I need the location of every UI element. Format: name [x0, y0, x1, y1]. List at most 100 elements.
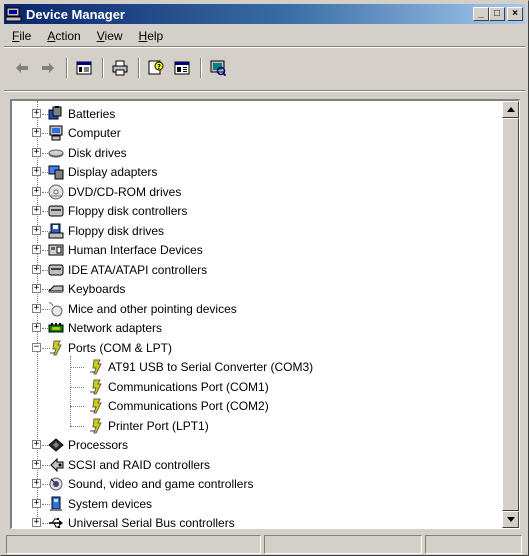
tree-category-label: Sound, video and game controllers: [68, 477, 254, 491]
tree-category[interactable]: SCSI and RAID controllers: [48, 455, 210, 474]
expand-toggle[interactable]: +: [32, 479, 41, 488]
expand-toggle[interactable]: +: [32, 499, 41, 508]
tree-connector: [70, 426, 84, 427]
collapse-toggle[interactable]: −: [32, 343, 41, 352]
disk-drive-icon: [48, 149, 64, 157]
tree-device[interactable]: Communications Port (COM2): [88, 397, 269, 416]
menu-action[interactable]: Action: [39, 29, 88, 43]
tree-category[interactable]: Display adapters: [48, 163, 157, 182]
expand-toggle[interactable]: +: [32, 265, 41, 274]
expand-toggle[interactable]: +: [32, 460, 41, 469]
scroll-up-button[interactable]: [502, 101, 519, 118]
expand-toggle[interactable]: +: [32, 304, 41, 313]
menu-help[interactable]: Help: [131, 29, 172, 43]
tree-category[interactable]: Floppy disk controllers: [48, 202, 187, 221]
expand-toggle[interactable]: +: [32, 148, 41, 157]
expand-toggle[interactable]: +: [32, 440, 41, 449]
scroll-down-button[interactable]: [502, 511, 519, 528]
tree-category-label: SCSI and RAID controllers: [68, 457, 211, 472]
scsi-icon: [50, 457, 64, 472]
properties-view-button[interactable]: [72, 57, 96, 79]
tree-category[interactable]: Universal Serial Bus controllers: [48, 514, 235, 529]
tree-category[interactable]: Network adapters: [48, 319, 162, 338]
tree-connector: [70, 406, 84, 407]
expand-toggle[interactable]: +: [32, 109, 41, 118]
port-icon: [90, 418, 102, 433]
close-button[interactable]: ×: [507, 7, 523, 21]
tree-category-label: Keyboards: [68, 282, 126, 296]
tree-device[interactable]: Communications Port (COM1): [88, 377, 269, 396]
tree-category-label: Universal Serial Bus controllers: [68, 516, 235, 529]
help-button[interactable]: ?: [144, 57, 168, 79]
tree-category[interactable]: Mice and other pointing devices: [48, 299, 237, 318]
tree-category[interactable]: Computer: [48, 124, 121, 143]
help-icon: ?: [148, 60, 164, 75]
forward-arrow-icon: [42, 63, 54, 73]
port-icon: [90, 379, 102, 394]
show-hide-console-tree-button[interactable]: [170, 57, 194, 79]
sound-icon: [49, 477, 63, 491]
cdrom-icon: [48, 184, 64, 199]
minimize-button[interactable]: _: [473, 7, 489, 21]
tree-device-label: AT91 USB to Serial Converter (COM3): [108, 360, 314, 374]
tree-category-label: Network adapters: [68, 321, 163, 335]
expand-toggle[interactable]: +: [32, 284, 41, 293]
title-bar[interactable]: Device Manager _ □ ×: [4, 4, 525, 24]
expand-toggle[interactable]: +: [32, 323, 41, 332]
expand-toggle[interactable]: +: [32, 128, 41, 137]
window-title: Device Manager: [26, 6, 125, 22]
tree-category[interactable]: Batteries: [48, 104, 115, 123]
tree-device[interactable]: Printer Port (LPT1): [88, 416, 209, 435]
display-adapter-icon: [48, 165, 64, 180]
tree-category[interactable]: DVD/CD-ROM drives: [48, 182, 181, 201]
tree-category[interactable]: IDE ATA/ATAPI controllers: [48, 260, 207, 279]
print-icon: [112, 60, 128, 76]
expand-toggle[interactable]: +: [32, 206, 41, 215]
computer-icon: [49, 125, 63, 141]
toolbar-separator: [102, 58, 104, 78]
keyboard-icon: [48, 285, 64, 293]
tree-category[interactable]: Keyboards: [48, 280, 125, 299]
port-icon: [90, 359, 102, 375]
tree-category[interactable]: Human Interface Devices: [48, 241, 203, 260]
tree-device-label: Communications Port (COM1): [108, 379, 269, 394]
scroll-thumb[interactable]: [502, 118, 519, 511]
back-arrow-icon: [16, 63, 28, 73]
print-button[interactable]: [108, 57, 132, 79]
forward-button[interactable]: [36, 57, 60, 79]
tree-category-label: Processors: [68, 438, 129, 452]
device-manager-window: Device Manager _ □ × File Action View He…: [0, 0, 529, 556]
minimize-glyph: _: [478, 8, 484, 19]
tree-category[interactable]: Disk drives: [48, 143, 127, 162]
expand-toggle[interactable]: +: [32, 518, 41, 527]
menu-view[interactable]: View: [89, 29, 131, 43]
scan-hardware-button[interactable]: [206, 57, 230, 79]
toolbar-divider: [4, 90, 525, 92]
menu-file[interactable]: File: [4, 29, 39, 43]
chevron-down-icon: [506, 517, 515, 522]
device-tree[interactable]: + Batteries + Computer + Disk drives + Display …: [10, 99, 520, 529]
tree-category[interactable]: Floppy disk drives: [48, 221, 164, 240]
expand-toggle[interactable]: +: [32, 187, 41, 196]
tree-category[interactable]: Ports (COM & LPT): [48, 338, 172, 357]
vertical-scrollbar[interactable]: [502, 101, 519, 528]
expand-toggle[interactable]: +: [32, 167, 41, 176]
toolbar-separator: [66, 58, 68, 78]
tree-category[interactable]: Sound, video and game controllers: [48, 475, 253, 494]
tree-category[interactable]: Processors: [48, 436, 128, 455]
mouse-icon: [48, 301, 63, 316]
expand-toggle[interactable]: +: [32, 245, 41, 254]
processor-icon: [48, 438, 64, 452]
port-icon: [50, 340, 62, 355]
maximize-button[interactable]: □: [489, 7, 505, 21]
tree-category[interactable]: System devices: [48, 494, 152, 513]
expand-toggle[interactable]: +: [32, 226, 41, 235]
tree-device[interactable]: AT91 USB to Serial Converter (COM3): [88, 358, 313, 377]
tree-connector: [70, 356, 71, 426]
tree-category-label: Floppy disk drives: [68, 223, 165, 238]
tree-category-label: Mice and other pointing devices: [68, 301, 237, 316]
back-button[interactable]: [10, 57, 34, 79]
menu-view-label: View: [96, 29, 123, 43]
tree-device-label: Communications Port (COM2): [108, 399, 269, 413]
tree-category-label: Batteries: [68, 106, 116, 121]
